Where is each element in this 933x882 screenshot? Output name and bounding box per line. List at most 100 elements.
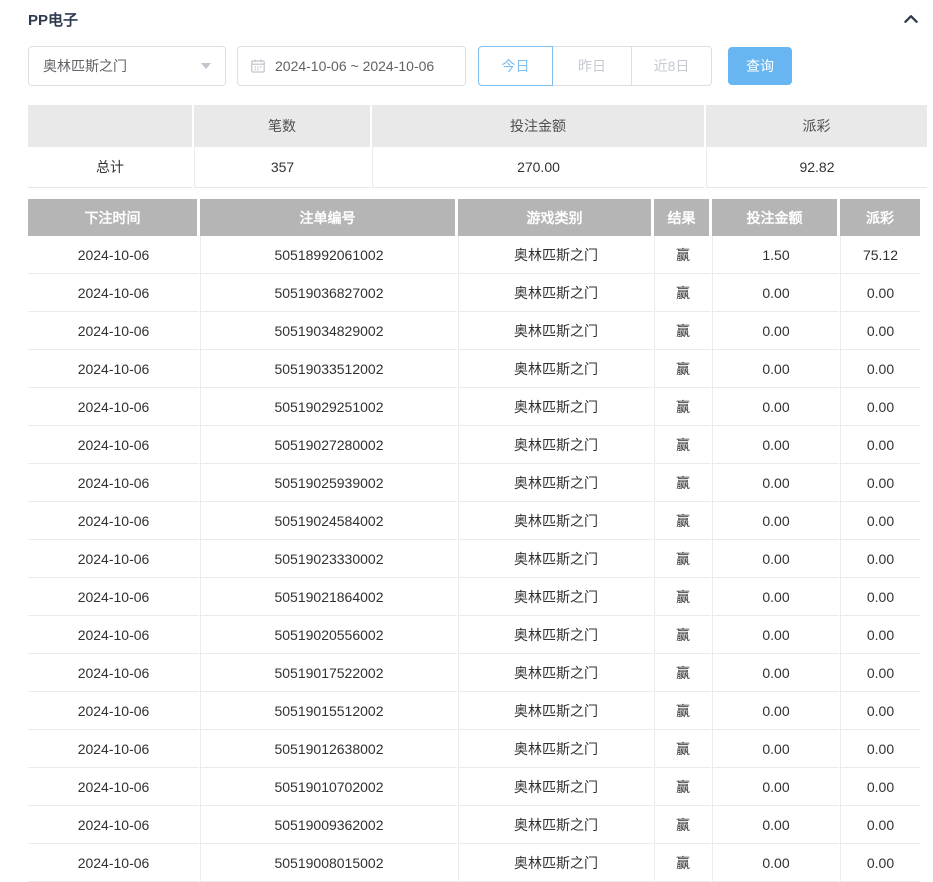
game-type-cell: 奥林匹斯之门: [458, 730, 653, 768]
table-header-col-bet-id: 注单编号: [200, 199, 457, 236]
bet-time-cell: 2024-10-06: [28, 806, 199, 844]
result-cell: 赢: [654, 236, 711, 274]
bet-amount-cell: 0.00: [712, 844, 839, 882]
table-row: 2024-10-0650519033512002奥林匹斯之门赢0.000.00: [28, 350, 921, 388]
bet-amount-cell: 0.00: [712, 540, 839, 578]
bet-time-cell: 2024-10-06: [28, 464, 199, 502]
payout-cell: 0.00: [840, 844, 920, 882]
game-type-cell: 奥林匹斯之门: [458, 274, 653, 312]
summary-total-count: 357: [194, 147, 370, 188]
payout-cell: 0.00: [840, 350, 920, 388]
table-row: 2024-10-0650519015512002奥林匹斯之门赢0.000.00: [28, 692, 921, 730]
bet-id-cell: 50519027280002: [200, 426, 457, 464]
bet-time-cell: 2024-10-06: [28, 768, 199, 806]
payout-cell: 75.12: [840, 236, 920, 274]
payout-cell: 0.00: [840, 692, 920, 730]
game-select[interactable]: 奥林匹斯之门: [28, 46, 226, 86]
filter-bar: 奥林匹斯之门 2024-10-06 ~ 2024-10-06: [28, 46, 921, 86]
result-cell: 赢: [654, 844, 711, 882]
payout-cell: 0.00: [840, 464, 920, 502]
game-type-cell: 奥林匹斯之门: [458, 236, 653, 274]
bet-id-cell: 50519010702002: [200, 768, 457, 806]
date-range-value: 2024-10-06 ~ 2024-10-06: [275, 58, 434, 74]
result-cell: 赢: [654, 426, 711, 464]
quick-button-last-8-days[interactable]: 近8日: [631, 46, 712, 86]
bet-id-cell: 50519015512002: [200, 692, 457, 730]
summary-header-count: 笔数: [194, 105, 370, 147]
bet-time-cell: 2024-10-06: [28, 236, 199, 274]
bet-time-cell: 2024-10-06: [28, 426, 199, 464]
table-header-col-game-type: 游戏类别: [458, 199, 653, 236]
result-cell: 赢: [654, 806, 711, 844]
payout-cell: 0.00: [840, 426, 920, 464]
bet-time-cell: 2024-10-06: [28, 274, 199, 312]
bet-time-cell: 2024-10-06: [28, 502, 199, 540]
result-cell: 赢: [654, 654, 711, 692]
game-type-cell: 奥林匹斯之门: [458, 654, 653, 692]
bet-id-cell: 50518992061002: [200, 236, 457, 274]
bet-amount-cell: 0.00: [712, 692, 839, 730]
bet-time-cell: 2024-10-06: [28, 540, 199, 578]
table-row: 2024-10-0650519024584002奥林匹斯之门赢0.000.00: [28, 502, 921, 540]
date-range-input[interactable]: 2024-10-06 ~ 2024-10-06: [237, 46, 466, 86]
bet-amount-cell: 0.00: [712, 616, 839, 654]
table-row: 2024-10-0650519025939002奥林匹斯之门赢0.000.00: [28, 464, 921, 502]
bet-id-cell: 50519009362002: [200, 806, 457, 844]
bet-id-cell: 50519036827002: [200, 274, 457, 312]
search-button[interactable]: 查询: [728, 47, 792, 85]
bet-id-cell: 50519017522002: [200, 654, 457, 692]
summary-total-row: 总计 357 270.00 92.82: [28, 147, 921, 188]
quick-button-yesterday[interactable]: 昨日: [552, 46, 632, 86]
quick-button-today[interactable]: 今日: [478, 46, 553, 86]
game-type-cell: 奥林匹斯之门: [458, 806, 653, 844]
payout-cell: 0.00: [840, 540, 920, 578]
payout-cell: 0.00: [840, 502, 920, 540]
calendar-icon: [250, 58, 266, 74]
bet-amount-cell: 0.00: [712, 274, 839, 312]
table-row: 2024-10-0650519009362002奥林匹斯之门赢0.000.00: [28, 806, 921, 844]
game-type-cell: 奥林匹斯之门: [458, 426, 653, 464]
payout-cell: 0.00: [840, 578, 920, 616]
summary-total-payout: 92.82: [706, 147, 927, 188]
table-header-col-bet-amount: 投注金额: [712, 199, 839, 236]
collapse-panel-button[interactable]: [901, 9, 921, 29]
bet-amount-cell: 0.00: [712, 768, 839, 806]
summary-header-bet-amount: 投注金额: [372, 105, 704, 147]
result-cell: 赢: [654, 692, 711, 730]
bet-id-cell: 50519033512002: [200, 350, 457, 388]
panel-header: PP电子: [28, 8, 921, 30]
table-header-row: 下注时间注单编号游戏类别结果投注金额派彩: [28, 199, 921, 236]
bet-time-cell: 2024-10-06: [28, 844, 199, 882]
game-type-cell: 奥林匹斯之门: [458, 768, 653, 806]
table-row: 2024-10-0650519021864002奥林匹斯之门赢0.000.00: [28, 578, 921, 616]
table-row: 2024-10-0650519023330002奥林匹斯之门赢0.000.00: [28, 540, 921, 578]
game-type-cell: 奥林匹斯之门: [458, 502, 653, 540]
bet-amount-cell: 0.00: [712, 464, 839, 502]
result-cell: 赢: [654, 274, 711, 312]
result-cell: 赢: [654, 616, 711, 654]
bet-id-cell: 50519029251002: [200, 388, 457, 426]
table-row: 2024-10-0650519012638002奥林匹斯之门赢0.000.00: [28, 730, 921, 768]
result-cell: 赢: [654, 312, 711, 350]
result-cell: 赢: [654, 730, 711, 768]
table-row: 2024-10-0650519029251002奥林匹斯之门赢0.000.00: [28, 388, 921, 426]
result-cell: 赢: [654, 578, 711, 616]
result-cell: 赢: [654, 350, 711, 388]
result-cell: 赢: [654, 502, 711, 540]
bet-amount-cell: 0.00: [712, 426, 839, 464]
summary-table: 笔数 投注金额 派彩 总计 357 270.00 92.82: [28, 105, 921, 188]
payout-cell: 0.00: [840, 616, 920, 654]
summary-total-label: 总计: [28, 147, 192, 188]
payout-cell: 0.00: [840, 312, 920, 350]
table-row: 2024-10-0650519010702002奥林匹斯之门赢0.000.00: [28, 768, 921, 806]
payout-cell: 0.00: [840, 730, 920, 768]
game-type-cell: 奥林匹斯之门: [458, 464, 653, 502]
game-type-cell: 奥林匹斯之门: [458, 350, 653, 388]
bet-time-cell: 2024-10-06: [28, 350, 199, 388]
bet-time-cell: 2024-10-06: [28, 730, 199, 768]
result-cell: 赢: [654, 388, 711, 426]
game-type-cell: 奥林匹斯之门: [458, 312, 653, 350]
game-type-cell: 奥林匹斯之门: [458, 388, 653, 426]
bet-id-cell: 50519024584002: [200, 502, 457, 540]
bet-id-cell: 50519023330002: [200, 540, 457, 578]
